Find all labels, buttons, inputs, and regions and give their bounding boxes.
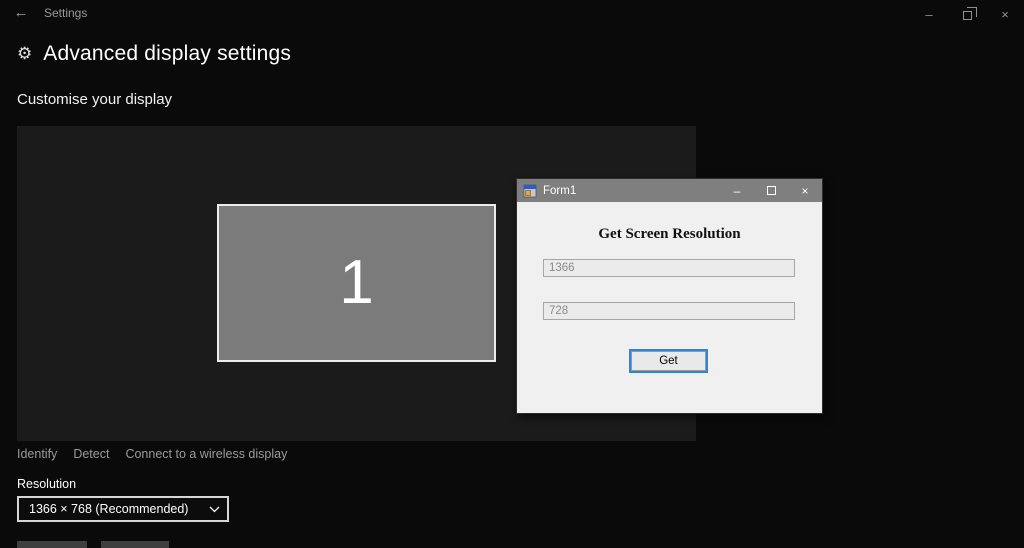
- connect-wireless-link[interactable]: Connect to a wireless display: [125, 447, 287, 461]
- form1-minimize-button[interactable]: –: [720, 179, 754, 202]
- height-field[interactable]: [543, 302, 795, 320]
- form1-titlebar[interactable]: Form1 – ×: [517, 179, 822, 202]
- monitor-preview[interactable]: 1: [217, 204, 496, 362]
- detect-link[interactable]: Detect: [73, 447, 109, 461]
- form1-window-controls: – ×: [720, 179, 822, 202]
- resolution-label: Resolution: [17, 477, 77, 491]
- identify-link[interactable]: Identify: [17, 447, 57, 461]
- chevron-down-icon: [201, 506, 227, 513]
- maximize-icon: [766, 186, 776, 195]
- app-title: Settings: [44, 6, 88, 20]
- page-header: ⚙ Advanced display settings: [17, 42, 291, 66]
- page-title: Advanced display settings: [43, 42, 292, 65]
- resolution-selected-value: 1366 × 768 (Recommended): [29, 502, 189, 516]
- titlebar: ← Settings – ×: [0, 0, 1024, 28]
- minimize-button[interactable]: –: [910, 0, 948, 28]
- form1-maximize-button[interactable]: [754, 179, 788, 202]
- monitor-number: 1: [339, 248, 374, 317]
- back-arrow-icon[interactable]: ←: [8, 2, 34, 24]
- window-controls: – ×: [910, 0, 1024, 28]
- width-field[interactable]: [543, 259, 795, 277]
- winforms-app-icon: [523, 184, 537, 198]
- section-heading: Customise your display: [17, 91, 173, 108]
- form1-title: Form1: [543, 184, 577, 197]
- apply-button-partial[interactable]: [17, 541, 87, 548]
- get-button[interactable]: Get: [629, 349, 708, 373]
- cancel-button-partial[interactable]: [101, 541, 169, 548]
- gear-icon: ⚙: [17, 44, 33, 64]
- restore-button[interactable]: [948, 0, 986, 28]
- form-heading: Get Screen Resolution: [598, 226, 741, 242]
- form1-close-button[interactable]: ×: [788, 179, 822, 202]
- resolution-dropdown[interactable]: 1366 × 768 (Recommended): [17, 496, 229, 522]
- restore-icon: [962, 10, 972, 20]
- settings-window: ← Settings – × ⚙ Advanced display settin…: [0, 0, 1024, 548]
- close-button[interactable]: ×: [986, 0, 1024, 28]
- display-links: Identify Detect Connect to a wireless di…: [17, 447, 287, 461]
- form1-window: Form1 – × Get Screen Resolution Get: [516, 178, 823, 414]
